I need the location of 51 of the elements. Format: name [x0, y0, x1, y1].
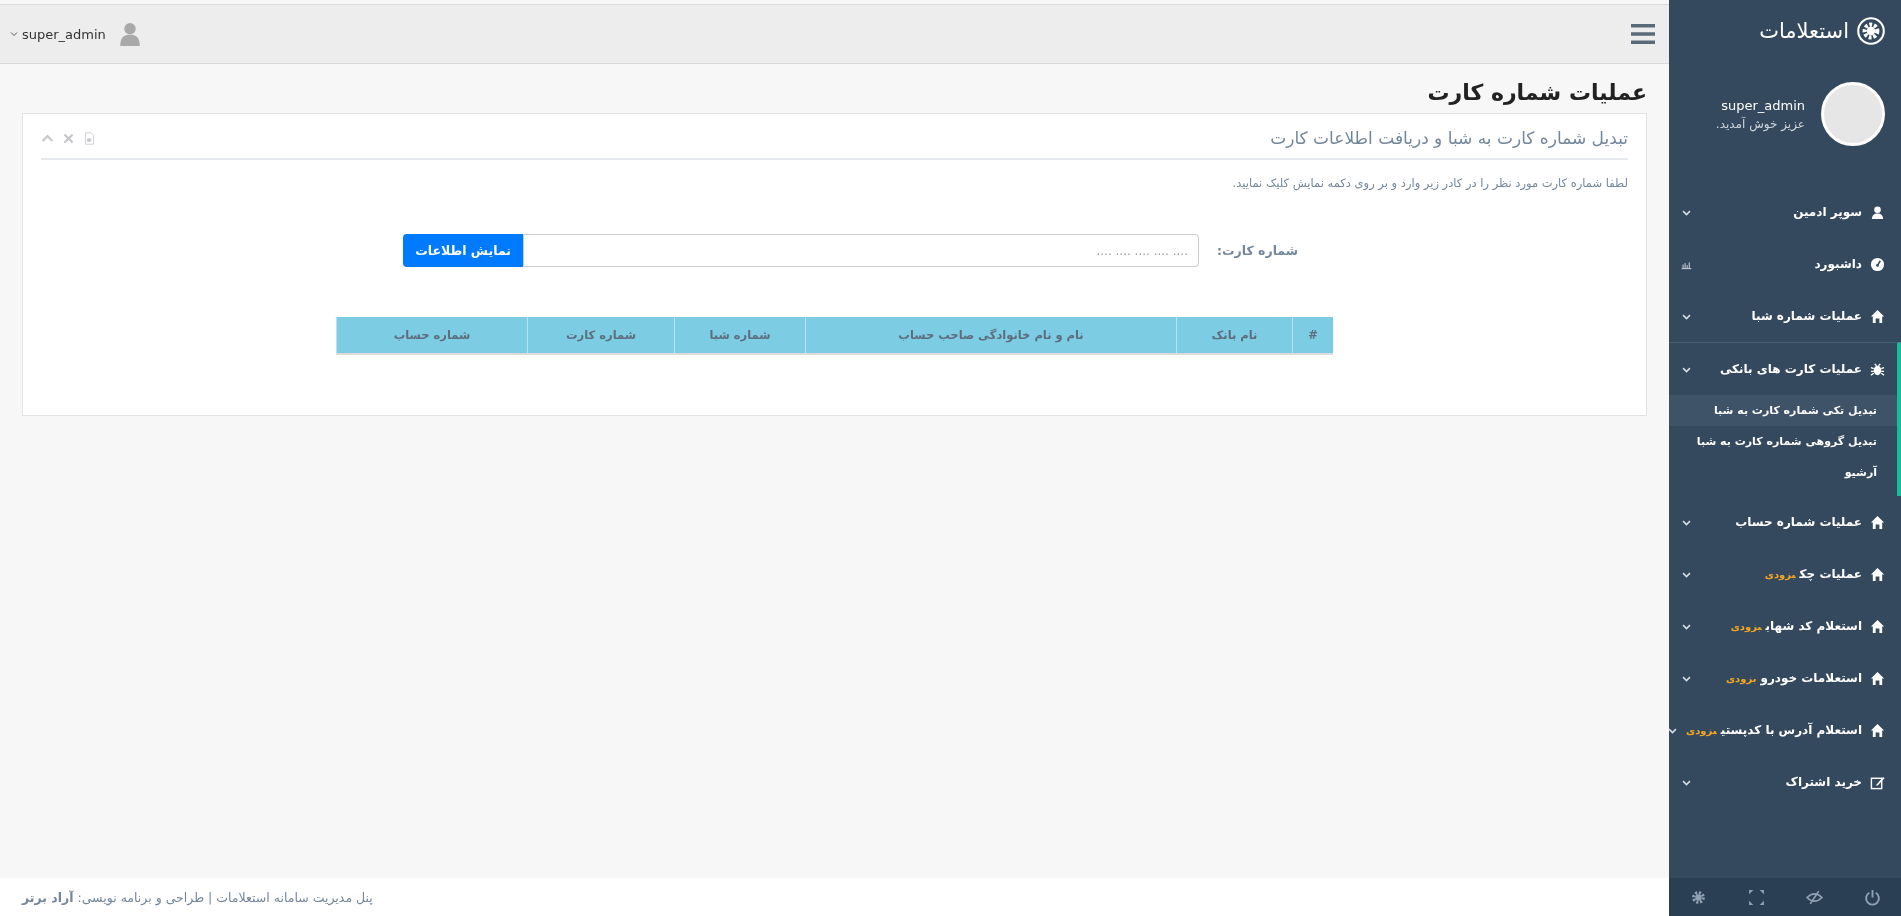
home-icon — [1870, 308, 1885, 324]
submenu-item[interactable]: تبدیل گروهی شماره کارت به شبا — [1669, 426, 1897, 457]
menu-item[interactable]: استعلام کد شهاب بزودی — [1669, 600, 1901, 652]
user-name: super_admin — [1720, 97, 1805, 113]
welcome-text: عزیز خوش آمدید. — [1715, 116, 1805, 131]
home-icon — [1870, 670, 1885, 686]
page-title: عملیات شماره کارت — [1426, 80, 1647, 105]
user-silhouette-icon — [117, 20, 142, 48]
card-number-field[interactable]: .... .... .... .... .... — [523, 234, 1199, 267]
avatar-circle — [1821, 82, 1885, 146]
power-icon — [1863, 888, 1881, 906]
settings-icon — [1689, 888, 1707, 906]
user-menu[interactable]: super_admin — [10, 26, 106, 42]
table-header-cell: شماره کارت — [527, 317, 674, 353]
home-icon — [1870, 618, 1885, 634]
caret-icon — [10, 30, 18, 38]
eye-slash-icon — [1805, 888, 1823, 906]
menu-item[interactable]: خرید اشتراک — [1669, 756, 1901, 808]
field-label: شماره کارت: — [1217, 243, 1298, 258]
menu-item[interactable]: سوپر ادمین — [1669, 186, 1901, 238]
bug-icon — [1870, 361, 1885, 377]
file-icon[interactable] — [83, 131, 96, 145]
menu-icon[interactable] — [1631, 23, 1655, 45]
menu-item[interactable]: استعلامات خودرو بزودی — [1669, 652, 1901, 704]
home-icon — [1870, 514, 1885, 530]
home-icon — [1870, 566, 1885, 582]
edit-icon — [1870, 774, 1885, 790]
home-icon — [1870, 722, 1885, 738]
card-title: تبدیل شماره کارت به شبا و دریافت اطلاعات کارت — [1270, 128, 1628, 148]
menu-item[interactable]: استعلام آدرس با کدپستی بزودی — [1669, 704, 1901, 756]
menu-item[interactable]: عملیات شماره شبا — [1669, 290, 1901, 342]
gear-icon — [1857, 17, 1885, 45]
user-icon — [1870, 204, 1885, 220]
menu-item[interactable]: داشبورد — [1669, 238, 1901, 290]
menu-item[interactable]: عملیات شماره حساب — [1669, 496, 1901, 548]
menu-item[interactable]: عملیات چک بزودی — [1669, 548, 1901, 600]
table-header-cell: نام بانک — [1176, 317, 1292, 353]
close-icon[interactable] — [62, 131, 75, 145]
show-info-button[interactable]: نمایش اطلاعات — [403, 234, 523, 267]
table-header-cell: # — [1292, 317, 1333, 353]
fullscreen-icon — [1747, 888, 1765, 906]
footer-text: پنل مدیریت سامانه استعلامات | طراحی و برنامه نویسی: آراد برتر — [22, 889, 373, 905]
table-header-cell: شماره حساب — [336, 317, 527, 353]
table-header-cell: نام و نام خانوادگی صاحب حساب — [805, 317, 1176, 353]
app-title: استعلامات — [1759, 19, 1849, 43]
instruction-text: لطفا شماره کارت مورد نظر را در کادر زیر وارد و بر روی دکمه نمایش کلیک نمایید. — [1231, 176, 1628, 190]
submenu-item[interactable]: تبدیل تکی شماره کارت به شبا — [1669, 395, 1897, 426]
gauge-icon — [1870, 256, 1885, 272]
menu-item[interactable]: عملیات کارت های بانکی — [1669, 343, 1897, 395]
table-header-cell: شماره شبا — [674, 317, 805, 353]
submenu-item[interactable]: آرشیو — [1669, 457, 1897, 488]
